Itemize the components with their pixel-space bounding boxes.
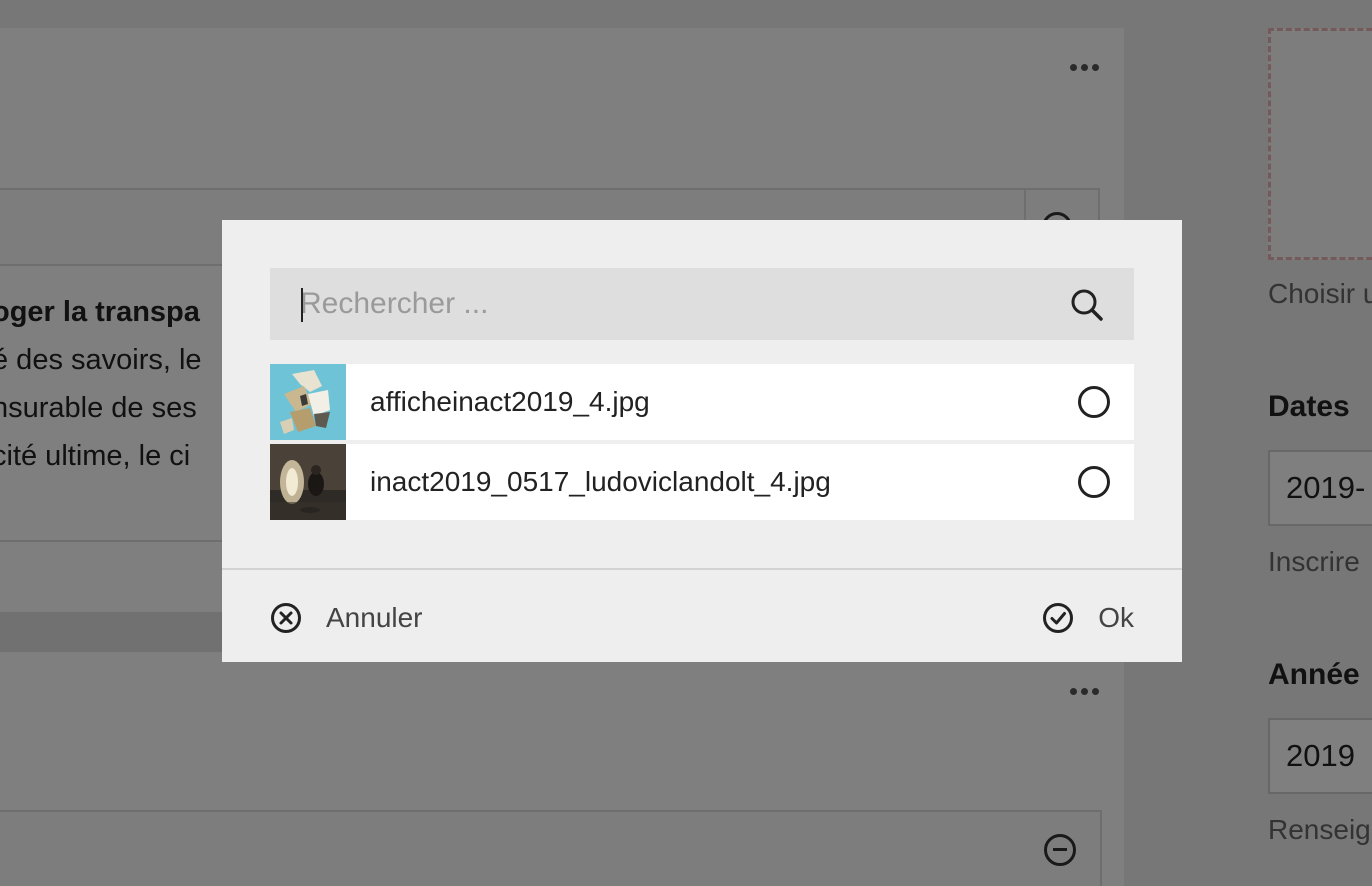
poster-collage-thumbnail [270,364,346,440]
search-icon[interactable] [1070,288,1104,322]
select-radio[interactable] [1078,386,1110,418]
search-bar [270,268,1134,340]
check-circle-icon [1043,603,1074,633]
select-radio[interactable] [1078,466,1110,498]
file-list-item[interactable]: afficheinact2019_4.jpg [270,364,1134,440]
performance-photo-thumbnail [270,444,346,520]
file-picker-dialog: afficheinact2019_4.jpg inact2019_0517_lu… [222,220,1182,662]
ok-label: Ok [1098,602,1134,633]
search-input[interactable] [300,268,1040,340]
text-cursor [301,288,303,322]
footer-divider [222,568,1182,570]
file-list-item[interactable]: inact2019_0517_ludoviclandolt_4.jpg [270,444,1134,520]
ok-button[interactable]: Ok [1042,598,1134,638]
cancel-button[interactable]: Annuler [270,598,423,638]
file-name: inact2019_0517_ludoviclandolt_4.jpg [370,466,831,497]
cancel-label: Annuler [326,602,423,633]
close-circle-icon [271,603,301,633]
file-name: afficheinact2019_4.jpg [370,386,650,417]
